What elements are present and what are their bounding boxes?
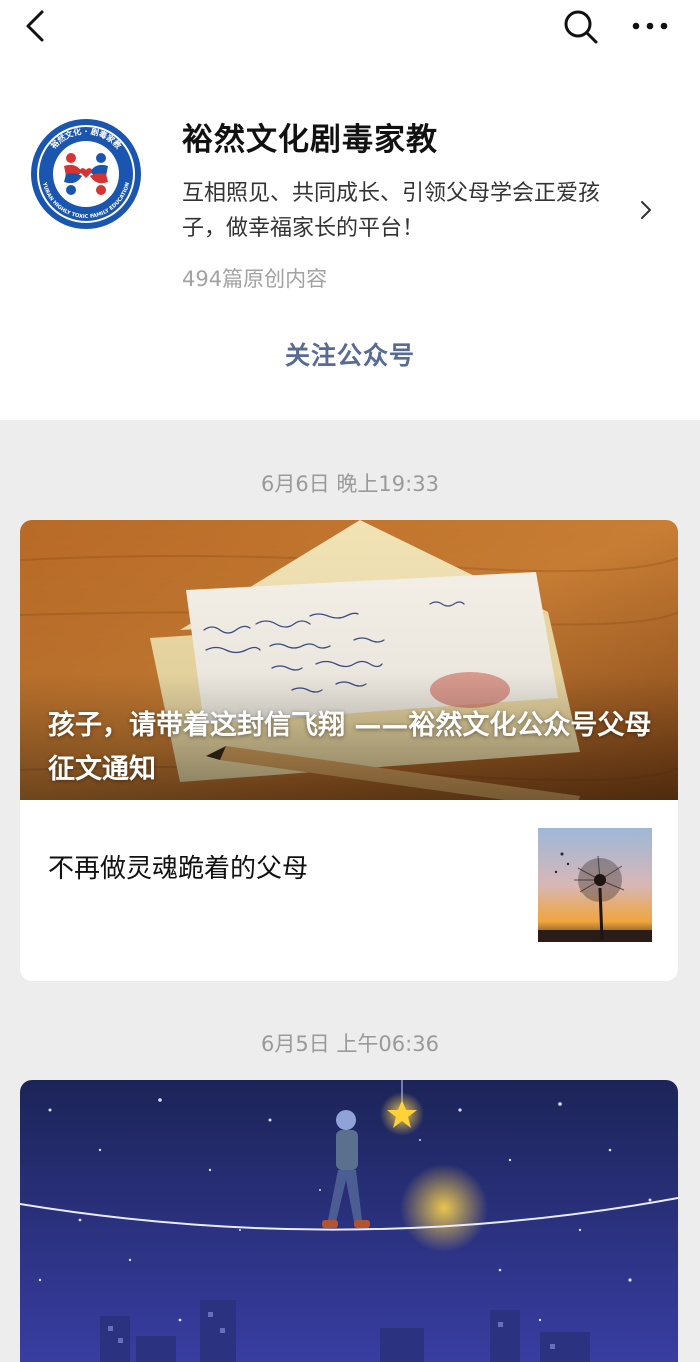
more-dots-icon[interactable]	[628, 10, 672, 42]
feed-date: 6月5日 上午06:36	[261, 1032, 439, 1056]
article-main-item[interactable]	[20, 1080, 678, 1362]
original-count: 494篇原创内容	[182, 267, 328, 291]
profile-header: 裕然文化 · 剧毒家教 YURAN HIGHLY TOXIC FAMILY ED…	[0, 0, 700, 420]
article-main-title: 孩子，请带着这封信飞翔 ——裕然文化公众号父母征文通知	[48, 710, 652, 785]
account-logo-avatar[interactable]: 裕然文化 · 剧毒家教 YURAN HIGHLY TOXIC FAMILY ED…	[30, 118, 142, 230]
night-sky-tightrope-illustration	[20, 1080, 678, 1362]
article-group-card: 孩子，请带着这封信飞翔 ——裕然文化公众号父母征文通知 不再做灵魂跪着的父母	[20, 520, 678, 981]
account-name: 裕然文化剧毒家教	[182, 122, 438, 158]
dandelion-sunset-photo	[538, 828, 652, 942]
article-sub-item[interactable]: 不再做灵魂跪着的父母	[20, 800, 678, 981]
search-icon[interactable]	[560, 6, 600, 46]
chevron-left-icon[interactable]	[18, 8, 54, 44]
follow-button[interactable]: 关注公众号	[0, 336, 700, 372]
article-group-card	[20, 1080, 678, 1362]
article-sub-thumbnail	[538, 828, 652, 942]
chevron-right-icon[interactable]	[636, 198, 656, 222]
feed-date: 6月6日 晚上19:33	[261, 472, 439, 496]
article-sub-title: 不再做灵魂跪着的父母	[48, 854, 309, 884]
account-profile-page: 裕然文化 · 剧毒家教 YURAN HIGHLY TOXIC FAMILY ED…	[0, 0, 700, 1362]
article-main-item[interactable]: 孩子，请带着这封信飞翔 ——裕然文化公众号父母征文通知	[20, 520, 678, 800]
account-description[interactable]: 互相照见、共同成长、引领父母学会正爱孩子，做幸福家长的平台！	[182, 176, 638, 246]
